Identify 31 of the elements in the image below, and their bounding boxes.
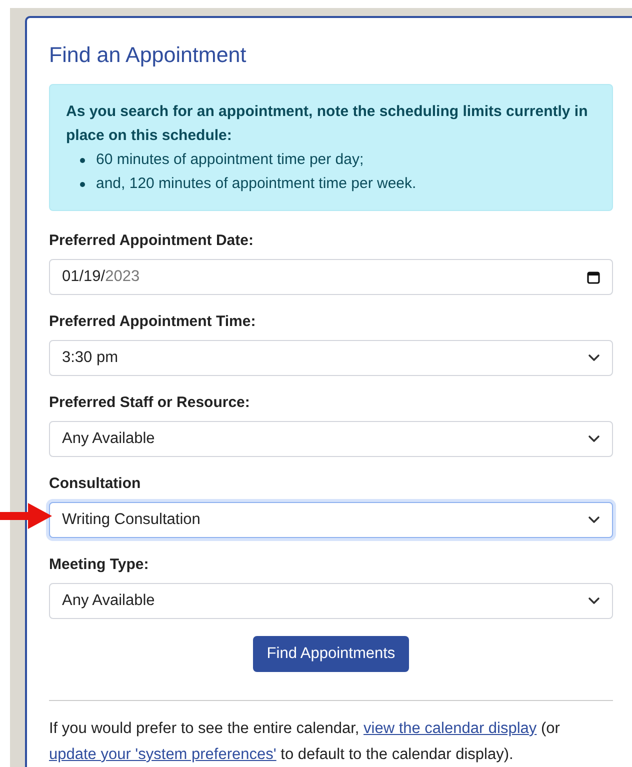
bullet-icon bbox=[80, 182, 85, 186]
field-value: 3:30 pm bbox=[62, 349, 118, 367]
field-value: Writing Consultation bbox=[62, 511, 200, 529]
chevron-down-icon bbox=[588, 597, 600, 605]
field-label: Consultation bbox=[49, 474, 142, 494]
field-label: Preferred Staff or Resource: bbox=[49, 393, 251, 413]
chevron-down-icon bbox=[588, 516, 600, 524]
notice-heading: As you search for an appointment, note the scheduling limits currently in place on this schedule: bbox=[66, 102, 589, 146]
chevron-down-icon bbox=[588, 435, 600, 443]
field-value: Any Available bbox=[62, 430, 155, 448]
dropdown-field[interactable]: Writing Consultation bbox=[49, 502, 613, 538]
find-appointments-button[interactable]: Find Appointments bbox=[252, 636, 410, 672]
calendar-icon[interactable] bbox=[587, 270, 600, 284]
field-label: Preferred Appointment Time: bbox=[49, 312, 257, 332]
dropdown-field[interactable]: Any Available bbox=[49, 583, 613, 619]
bullet-icon bbox=[80, 158, 85, 162]
field-value: Any Available bbox=[62, 592, 155, 610]
limit-item: and, 120 minutes of appointment time per week. bbox=[96, 174, 416, 194]
dropdown-field[interactable]: Any Available bbox=[49, 421, 613, 457]
limit-item: 60 minutes of appointment time per day; bbox=[96, 150, 364, 170]
link[interactable]: view the calendar display bbox=[364, 720, 537, 737]
field-label: Meeting Type: bbox=[49, 555, 150, 575]
field-value: 01/19/2023 bbox=[62, 268, 140, 286]
chevron-down-icon bbox=[588, 354, 600, 362]
date-field[interactable]: 01/19/2023 bbox=[49, 259, 613, 295]
dropdown-field[interactable]: 3:30 pm bbox=[49, 340, 613, 376]
pointer-arrow bbox=[0, 503, 52, 529]
footer-text: If you would prefer to see the entire calendar, view the calendar display (or update your 'system preferences' to default to the calendar display). bbox=[49, 719, 561, 765]
link[interactable]: update your 'system preferences' bbox=[49, 746, 276, 763]
field-label: Preferred Appointment Date: bbox=[49, 231, 254, 251]
page-title: Find an Appointment bbox=[49, 42, 248, 69]
